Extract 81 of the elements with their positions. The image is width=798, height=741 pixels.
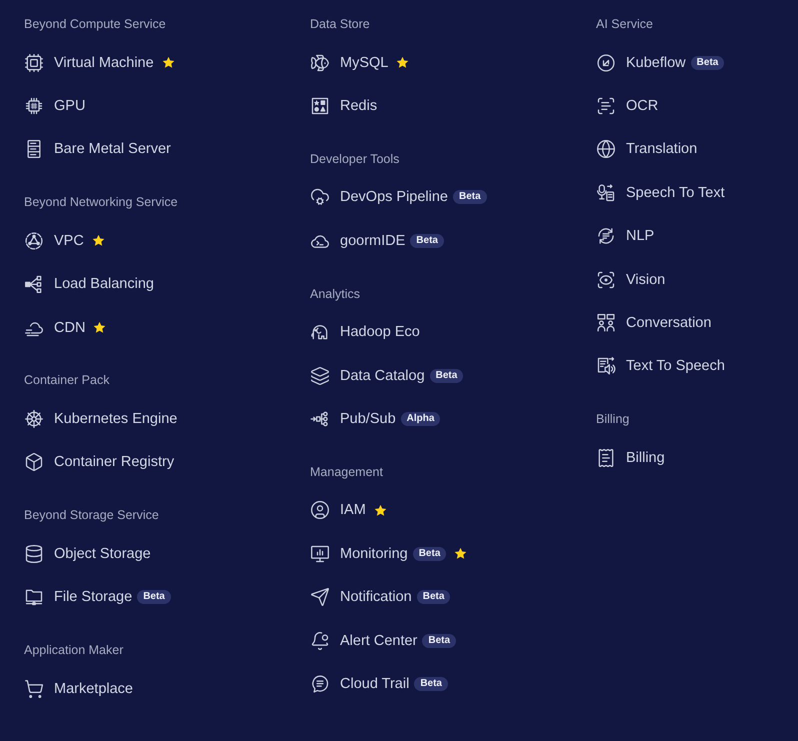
section-heading: Management	[310, 464, 383, 480]
service-link[interactable]: Pub/Sub	[310, 409, 396, 430]
release-badge: Beta	[416, 590, 450, 604]
service-link[interactable]: VPC	[24, 230, 84, 251]
release-badge: Alpha	[400, 412, 440, 426]
service-link[interactable]: Load Balancing	[24, 274, 154, 294]
chat-bubble-icon	[310, 674, 330, 694]
service-link[interactable]: Notification	[310, 587, 412, 608]
arrow-nodes-icon	[310, 409, 330, 430]
scan-eye-icon	[596, 270, 616, 290]
release-badge: Beta	[410, 234, 444, 248]
section-heading: Developer Tools	[310, 150, 400, 167]
service-link[interactable]: Object Storage	[24, 544, 151, 564]
service-link[interactable]: IAM	[310, 500, 366, 520]
service-link[interactable]: Speech To Text	[596, 182, 725, 203]
service-link[interactable]: Conversation	[596, 313, 712, 334]
document-speaker-icon	[596, 356, 616, 376]
section-heading: AI Service	[596, 16, 653, 32]
shapes-tile-icon	[310, 96, 330, 116]
service-link[interactable]: Vision	[596, 270, 666, 290]
release-badge: Beta	[414, 676, 448, 691]
service-link[interactable]: Virtual Machine	[24, 52, 154, 73]
mic-document-icon	[596, 182, 616, 203]
branch-nodes-icon	[24, 274, 44, 294]
receipt-icon	[596, 448, 616, 468]
service-link[interactable]: Monitoring	[310, 544, 408, 564]
database-icon	[24, 544, 44, 564]
service-link[interactable]: goormIDE	[310, 230, 406, 251]
release-badge: Beta	[137, 590, 171, 604]
service-link[interactable]: Kubernetes Engine	[24, 409, 178, 430]
scan-text-icon	[596, 96, 616, 116]
release-badge: Beta	[422, 634, 456, 648]
service-link[interactable]: Translation	[596, 139, 698, 160]
paper-plane-icon	[310, 587, 330, 608]
people-icon	[596, 313, 616, 334]
chip-icon	[24, 52, 44, 73]
section-heading: Beyond Networking Service	[24, 194, 178, 210]
user-circle-icon	[310, 500, 330, 520]
service-link[interactable]: Billing	[596, 448, 665, 468]
service-link[interactable]: GPU	[24, 96, 86, 116]
service-link[interactable]: Container Registry	[24, 452, 174, 472]
layers-icon	[310, 366, 330, 386]
cloud-gear-icon	[310, 187, 330, 208]
bell-icon	[310, 630, 330, 651]
section-heading: Beyond Storage Service	[24, 507, 159, 524]
service-link[interactable]: Hadoop Eco	[310, 322, 420, 342]
service-link[interactable]: DevOps Pipeline	[310, 187, 448, 208]
service-link[interactable]: Kubeflow	[596, 52, 686, 73]
grid-chip-icon	[24, 96, 44, 116]
release-badge: Beta	[453, 190, 487, 204]
monitor-chart-icon	[310, 544, 330, 564]
section-heading: Application Maker	[24, 642, 124, 658]
service-link[interactable]: Data Catalog	[310, 366, 425, 386]
release-badge: Beta	[430, 368, 464, 383]
service-link[interactable]: NLP	[596, 226, 654, 246]
globe-icon	[596, 139, 616, 160]
ship-wheel-icon	[24, 409, 44, 430]
service-link[interactable]: Cloud Trail	[310, 674, 410, 694]
service-link[interactable]: Redis	[310, 96, 378, 116]
shopping-cart-icon	[24, 678, 44, 699]
section-heading: Beyond Compute Service	[24, 16, 166, 32]
service-link[interactable]: MySQL	[310, 52, 388, 73]
service-link[interactable]: Alert Center	[310, 630, 418, 651]
service-link[interactable]: OCR	[596, 96, 658, 116]
release-badge: Beta	[690, 56, 724, 70]
service-link[interactable]: Bare Metal Server	[24, 139, 171, 160]
section-heading: Billing	[596, 411, 630, 428]
service-link[interactable]: Marketplace	[24, 678, 133, 699]
section-heading: Data Store	[310, 16, 370, 32]
cube-icon	[24, 452, 44, 472]
refresh-list-icon	[596, 226, 616, 246]
section-heading: Analytics	[310, 286, 360, 302]
service-link[interactable]: File Storage	[24, 587, 132, 608]
network-folder-icon	[24, 587, 44, 608]
service-link[interactable]: CDN	[24, 318, 86, 338]
network-circle-icon	[24, 230, 44, 251]
fish-icon	[310, 52, 330, 73]
section-heading: Container Pack	[24, 372, 110, 388]
elephant-icon	[310, 322, 330, 342]
service-link[interactable]: Text To Speech	[596, 356, 725, 376]
release-badge: Beta	[412, 546, 446, 561]
